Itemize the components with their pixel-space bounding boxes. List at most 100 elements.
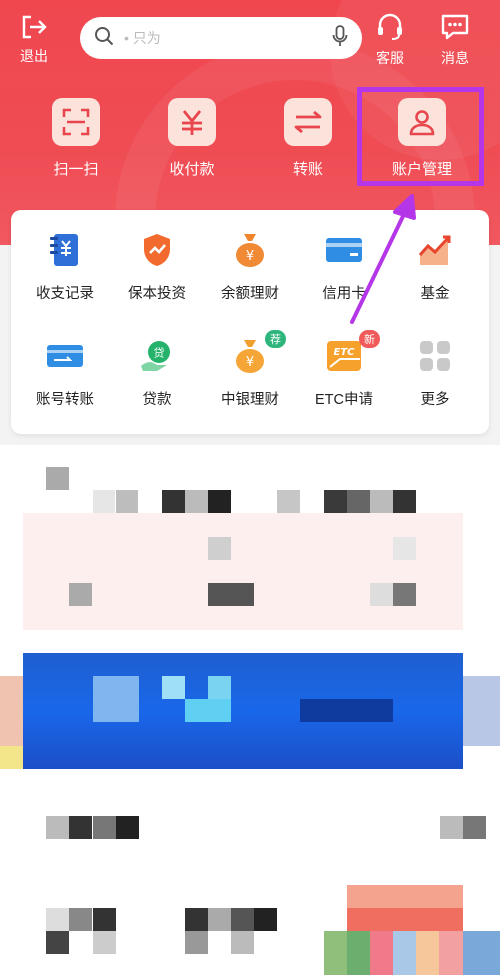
service-label: 信用卡 <box>322 286 366 302</box>
pixelated-block <box>0 676 23 746</box>
pixelated-block <box>463 816 486 839</box>
pixelated-block <box>93 816 116 839</box>
quick-action-scan[interactable]: 扫一扫 <box>26 98 126 179</box>
services-panel: 收支记录 保本投资 ¥ 余额理财 信用卡 基金 账号转账 贷 贷款 ¥ 荐 中银… <box>11 210 489 434</box>
etc-icon: ETC 新 <box>324 330 380 376</box>
pixelated-block <box>347 885 463 908</box>
microphone-icon[interactable] <box>332 24 348 52</box>
search-input[interactable]: • 只为 <box>124 28 332 48</box>
pixelated-block <box>162 490 185 513</box>
svg-text:贷: 贷 <box>154 346 165 360</box>
messages-label: 消息 <box>441 50 469 66</box>
shield-chart-icon <box>137 230 177 270</box>
pixelated-block <box>185 931 208 954</box>
service-label: 保本投资 <box>128 286 186 302</box>
pixelated-block <box>116 816 139 839</box>
pixelated-block <box>277 490 300 513</box>
pixelated-block <box>208 490 231 513</box>
search-icon <box>94 26 114 51</box>
pixelated-block <box>208 583 254 606</box>
service-item[interactable]: ETC 新 ETC申请 <box>296 330 392 409</box>
pixelated-block <box>393 490 416 513</box>
pixelated-block <box>46 908 69 931</box>
svg-text:¥: ¥ <box>246 355 254 370</box>
ledger-icon <box>45 230 85 270</box>
headset-icon <box>375 12 405 45</box>
pixelated-block <box>440 816 463 839</box>
service-label: 账号转账 <box>36 392 94 408</box>
service-label: 余额理财 <box>221 286 279 302</box>
pixelated-block <box>208 676 231 699</box>
service-label: 中银理财 <box>221 392 279 408</box>
service-item[interactable]: 收支记录 <box>17 230 113 303</box>
transfer-icon <box>284 98 332 146</box>
more-grid-icon <box>415 336 455 376</box>
logout-label: 退出 <box>20 48 48 64</box>
service-item[interactable]: 更多 <box>387 336 483 409</box>
quick-action-label: 转账 <box>292 161 323 178</box>
pixelated-block <box>254 908 277 931</box>
pixelated-card <box>23 513 463 630</box>
service-item[interactable]: 账号转账 <box>17 336 113 409</box>
pixelated-block <box>116 490 138 513</box>
pixelated-block <box>46 467 69 490</box>
recommend-badge: 荐 <box>265 330 286 348</box>
service-item[interactable]: 基金 <box>387 230 483 303</box>
pixelated-block <box>93 908 116 931</box>
credit-card-icon <box>324 230 364 270</box>
pixelated-block <box>231 908 254 931</box>
messages-button[interactable]: 消息 <box>440 12 470 68</box>
customer-service-label: 客服 <box>376 50 404 66</box>
logout-button[interactable]: 退出 <box>20 14 48 66</box>
pixelated-block <box>324 931 347 975</box>
pixelated-block <box>439 931 463 975</box>
pixelated-block <box>347 490 370 513</box>
service-label: ETC申请 <box>315 392 373 408</box>
pixelated-block <box>185 699 231 722</box>
service-item[interactable]: 贷 贷款 <box>109 336 205 409</box>
pixelated-block <box>162 676 185 699</box>
service-item[interactable]: ¥ 荐 中银理财 <box>202 330 298 409</box>
pixelated-block <box>370 583 393 606</box>
pixelated-block <box>300 699 393 722</box>
quick-action-label: 扫一扫 <box>53 161 99 178</box>
pixelated-block <box>324 490 347 513</box>
pixelated-block <box>93 931 116 954</box>
pixelated-block <box>347 908 463 931</box>
service-item[interactable]: ¥ 余额理财 <box>202 230 298 303</box>
yuan-icon <box>168 98 216 146</box>
pixelated-block <box>370 931 393 975</box>
pixelated-block <box>416 931 439 975</box>
pixelated-block <box>208 537 231 560</box>
quick-action-pay[interactable]: 收付款 <box>142 98 242 179</box>
pixelated-block <box>93 676 139 722</box>
svg-text:¥: ¥ <box>246 249 254 264</box>
search-bar[interactable]: • 只为 <box>80 17 362 59</box>
pixelated-block <box>185 490 208 513</box>
wealth-bag-icon: ¥ 荐 <box>230 330 286 376</box>
pixelated-block <box>393 583 416 606</box>
scan-icon <box>52 98 100 146</box>
pixelated-block <box>393 931 416 975</box>
money-bag-icon: ¥ <box>230 230 270 270</box>
service-label: 收支记录 <box>36 286 94 302</box>
logout-icon <box>20 14 48 43</box>
service-label: 贷款 <box>142 392 172 408</box>
service-item[interactable]: 保本投资 <box>109 230 205 303</box>
pixelated-block <box>231 931 254 954</box>
pixelated-block <box>46 931 69 954</box>
quick-action-transfer[interactable]: 转账 <box>258 98 358 179</box>
pixelated-block <box>208 908 231 931</box>
service-item[interactable]: 信用卡 <box>296 230 392 303</box>
pixelated-block <box>370 490 393 513</box>
service-label: 基金 <box>420 286 450 302</box>
pixelated-block <box>69 583 92 606</box>
pixelated-block <box>463 676 500 746</box>
fund-chart-icon <box>415 230 455 270</box>
highlight-box <box>357 87 484 186</box>
pixelated-block <box>46 816 69 839</box>
pixelated-block <box>0 746 23 769</box>
loan-icon: 贷 <box>137 336 177 376</box>
pixelated-block <box>463 931 500 975</box>
customer-service-button[interactable]: 客服 <box>375 12 405 68</box>
